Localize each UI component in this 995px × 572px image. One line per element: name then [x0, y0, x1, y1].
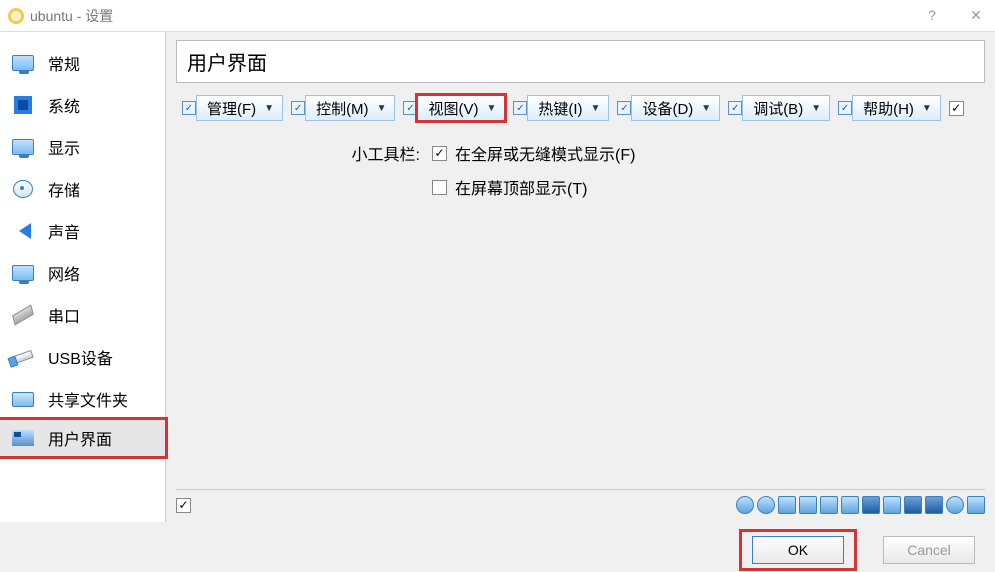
toolbar-item-devices[interactable]: ✓ 设备(D) ▼ — [617, 95, 720, 121]
folder-icon — [10, 389, 36, 409]
recording-icon[interactable] — [904, 496, 922, 514]
display-status-icon[interactable] — [820, 496, 838, 514]
toolbar-item-control[interactable]: ✓ 控制(M) ▼ — [291, 95, 395, 121]
toolbar-item-label: 管理(F) — [207, 98, 256, 119]
sidebar-item-label: 存储 — [48, 177, 80, 201]
option-top-label: 在屏幕顶部显示(T) — [455, 175, 587, 199]
option-fullscreen-checkbox[interactable]: ✓ — [432, 146, 447, 161]
option-row-fullscreen: 小工具栏: ✓ 在全屏或无缝模式显示(F) — [176, 141, 985, 165]
audio-icon — [10, 221, 36, 241]
more-status-icon[interactable] — [967, 496, 985, 514]
cancel-button[interactable]: Cancel — [883, 536, 975, 564]
options-area: 小工具栏: ✓ 在全屏或无缝模式显示(F) 在屏幕顶部显示(T) — [176, 141, 985, 209]
sidebar-item-general[interactable]: 常规 — [0, 42, 165, 84]
network-icon — [10, 263, 36, 283]
sidebar-item-label: 声音 — [48, 219, 80, 243]
content: 用户界面 ✓ 管理(F) ▼ ✓ 控制(M) ▼ ✓ 视图(V) ▼ ✓ 热键(I) ▼… — [166, 32, 995, 522]
capture-icon[interactable] — [883, 496, 901, 514]
sidebar-item-system[interactable]: 系统 — [0, 84, 165, 126]
toolbar-item-label: 热键(I) — [538, 98, 582, 119]
toolbar-item-checkbox[interactable]: ✓ — [513, 101, 527, 115]
toolbar-item-checkbox[interactable]: ✓ — [617, 101, 631, 115]
cpu-status-icon[interactable] — [925, 496, 943, 514]
toolbar-item-label: 设备(D) — [642, 98, 693, 119]
sidebar-item-label: 网络 — [48, 261, 80, 285]
disk-activity-icon[interactable] — [736, 496, 754, 514]
chevron-down-icon: ▼ — [591, 103, 601, 114]
sidebar-item-display[interactable]: 显示 — [0, 126, 165, 168]
option-row-top: 在屏幕顶部显示(T) — [176, 175, 985, 199]
status-left-checkbox[interactable]: ✓ — [176, 498, 191, 513]
page-title: 用户界面 — [176, 40, 985, 83]
sidebar-item-usb[interactable]: USB设备 — [0, 336, 165, 378]
toolbar-item-debug[interactable]: ✓ 调试(B) ▼ — [728, 95, 830, 121]
optical-drive-icon[interactable] — [757, 496, 775, 514]
help-button[interactable]: ? — [921, 7, 943, 24]
chevron-down-icon: ▼ — [701, 103, 711, 114]
sidebar-item-audio[interactable]: 声音 — [0, 210, 165, 252]
chevron-down-icon: ▼ — [264, 103, 274, 114]
toolbar-item-checkbox[interactable]: ✓ — [838, 101, 852, 115]
sidebar: 常规 系统 显示 存储 声音 网络 串口 USB设备 — [0, 32, 166, 522]
sidebar-item-shared-folders[interactable]: 共享文件夹 — [0, 378, 165, 420]
toolbar-item-label: 帮助(H) — [863, 98, 914, 119]
window-title: ubuntu - 设置 — [30, 6, 921, 26]
ok-highlight: OK — [739, 529, 857, 571]
ok-button[interactable]: OK — [752, 536, 844, 564]
chevron-down-icon: ▼ — [486, 103, 496, 114]
sidebar-item-label: 串口 — [48, 303, 80, 327]
footer: OK Cancel — [0, 522, 995, 572]
storage-icon — [10, 179, 36, 199]
sidebar-item-label: USB设备 — [48, 345, 113, 369]
display-icon — [10, 137, 36, 157]
toolbar-item-checkbox[interactable]: ✓ — [182, 101, 196, 115]
sidebar-item-label: 系统 — [48, 93, 80, 117]
main: 常规 系统 显示 存储 声音 网络 串口 USB设备 — [0, 32, 995, 522]
network-status-icon[interactable] — [799, 496, 817, 514]
chevron-down-icon: ▼ — [922, 103, 932, 114]
sidebar-item-storage[interactable]: 存储 — [0, 168, 165, 210]
status-toolbar: ✓ — [176, 489, 985, 514]
toolbar-item-manage[interactable]: ✓ 管理(F) ▼ — [182, 95, 283, 121]
toolbar-item-checkbox[interactable]: ✓ — [728, 101, 742, 115]
window-controls: ? ✕ — [921, 7, 987, 24]
ui-icon — [10, 428, 36, 448]
info-status-icon[interactable] — [946, 496, 964, 514]
toolbar-item-label: 视图(V) — [428, 98, 478, 119]
chevron-down-icon: ▼ — [377, 103, 387, 114]
toolbar-item-view[interactable]: ✓ 视图(V) ▼ — [403, 95, 505, 121]
toolbar-item-label: 控制(M) — [316, 98, 369, 119]
sidebar-item-user-interface[interactable]: 用户界面 — [0, 417, 168, 459]
toolbar-item-hotkeys[interactable]: ✓ 热键(I) ▼ — [513, 95, 609, 121]
options-group-label: 小工具栏: — [176, 141, 424, 165]
toolbar-item-checkbox[interactable]: ✓ — [403, 101, 417, 115]
shared-folder-status-icon[interactable] — [862, 496, 880, 514]
sidebar-item-label: 用户界面 — [48, 426, 112, 450]
toolbar-row: ✓ 管理(F) ▼ ✓ 控制(M) ▼ ✓ 视图(V) ▼ ✓ 热键(I) ▼ ✓ 设备… — [176, 95, 985, 121]
sidebar-item-serial[interactable]: 串口 — [0, 294, 165, 336]
sidebar-item-label: 显示 — [48, 135, 80, 159]
status-icons — [736, 496, 985, 514]
sidebar-item-label: 共享文件夹 — [48, 387, 128, 411]
option-top-checkbox[interactable] — [432, 180, 447, 195]
toolbar-item-help[interactable]: ✓ 帮助(H) ▼ — [838, 95, 941, 121]
serial-icon — [10, 305, 36, 325]
floppy-icon[interactable] — [778, 496, 796, 514]
option-fullscreen-label: 在全屏或无缝模式显示(F) — [455, 141, 635, 165]
titlebar: ubuntu - 设置 ? ✕ — [0, 0, 995, 32]
sidebar-item-label: 常规 — [48, 51, 80, 75]
toolbar-item-checkbox[interactable]: ✓ — [291, 101, 305, 115]
chevron-down-icon: ▼ — [811, 103, 821, 114]
usb-status-icon[interactable] — [841, 496, 859, 514]
app-icon — [8, 8, 24, 24]
close-button[interactable]: ✕ — [965, 7, 987, 24]
toolbar-item-label: 调试(B) — [753, 98, 803, 119]
usb-icon — [10, 347, 36, 367]
sidebar-item-network[interactable]: 网络 — [0, 252, 165, 294]
toolbar-end-checkbox[interactable]: ✓ — [949, 101, 964, 116]
system-icon — [10, 95, 36, 115]
general-icon — [10, 53, 36, 73]
